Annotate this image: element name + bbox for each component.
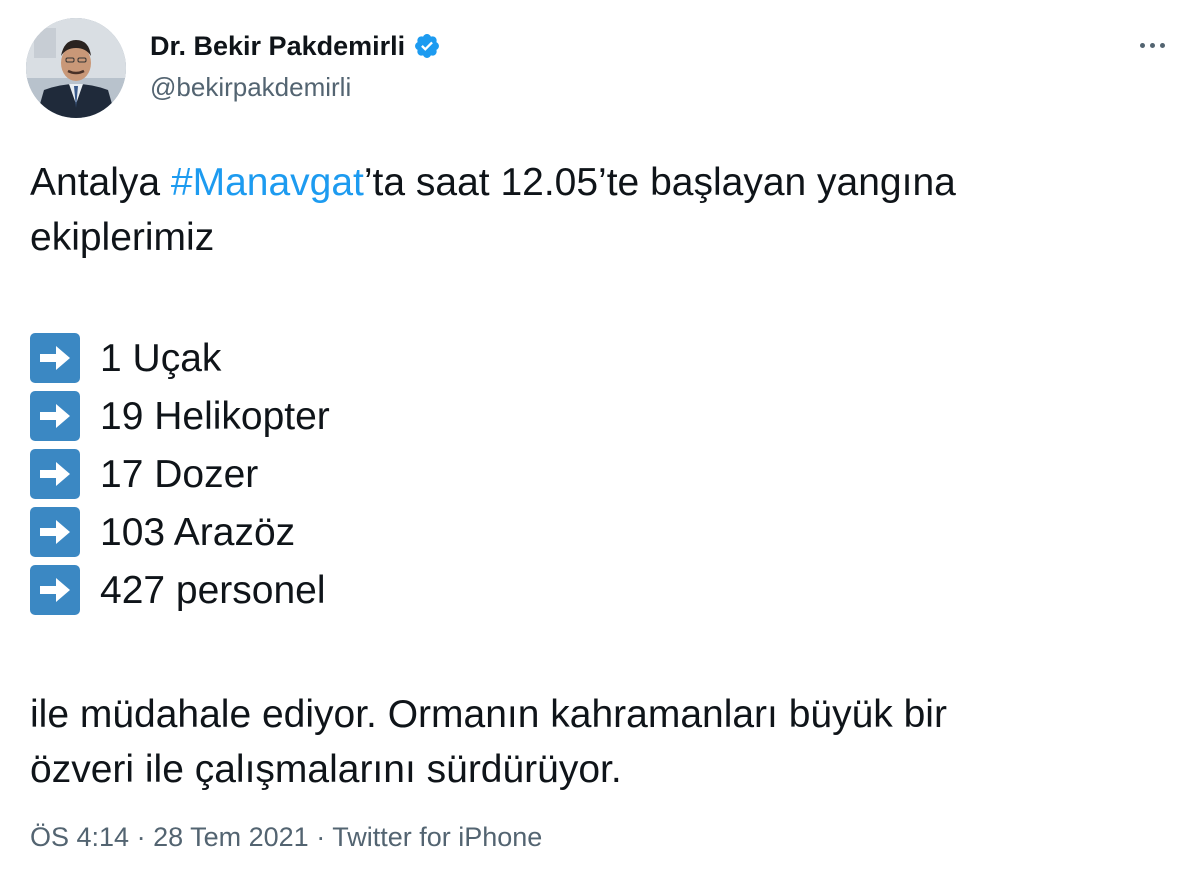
list-item: 427 personel bbox=[30, 561, 1170, 619]
avatar[interactable] bbox=[26, 18, 126, 118]
resource-list: 1 Uçak 19 Helikopter 17 Dozer 103 Arazöz bbox=[30, 329, 1170, 619]
list-item-text: 19 Helikopter bbox=[100, 394, 330, 438]
tweet-source-link[interactable]: Twitter for iPhone bbox=[332, 822, 542, 852]
right-arrow-emoji-icon bbox=[30, 449, 80, 499]
list-item: 17 Dozer bbox=[30, 445, 1170, 503]
intro-suffix: ’ta saat 12.05’te başlayan yangına bbox=[363, 161, 956, 204]
tweet-intro-line: Antalya #Manavgat’ta saat 12.05’te başla… bbox=[30, 155, 1170, 210]
tweet-closing: ile müdahale ediyor. Ormanın kahramanlar… bbox=[30, 687, 1170, 797]
tweet-date[interactable]: 28 Tem 2021 bbox=[153, 822, 309, 852]
name-row: Dr. Bekir Pakdemirli bbox=[150, 28, 441, 64]
meta-separator: · bbox=[129, 822, 154, 852]
list-item: 103 Arazöz bbox=[30, 503, 1170, 561]
right-arrow-emoji-icon bbox=[30, 565, 80, 615]
author-handle[interactable]: @bekirpakdemirli bbox=[150, 72, 441, 103]
list-item-text: 103 Arazöz bbox=[100, 510, 296, 554]
right-arrow-emoji-icon bbox=[30, 333, 80, 383]
right-arrow-emoji-icon bbox=[30, 507, 80, 557]
list-item-text: 17 Dozer bbox=[100, 452, 259, 496]
more-options-icon[interactable] bbox=[1128, 30, 1176, 60]
list-item: 1 Uçak bbox=[30, 329, 1170, 387]
hashtag-link[interactable]: #Manavgat bbox=[171, 161, 364, 204]
right-arrow-emoji-icon bbox=[30, 391, 80, 441]
list-item: 19 Helikopter bbox=[30, 387, 1170, 445]
intro-prefix: Antalya bbox=[30, 161, 171, 204]
closing-line-2: özveri ile çalışmalarını sürdürüyor. bbox=[30, 748, 622, 791]
tweet-card: Dr. Bekir Pakdemirli @bekirpakdemirli An… bbox=[0, 0, 1200, 870]
tweet-time[interactable]: ÖS 4:14 bbox=[30, 822, 129, 852]
dot bbox=[1139, 42, 1145, 48]
dot bbox=[1149, 42, 1155, 48]
tweet-intro-line-2: ekiplerimiz bbox=[30, 216, 215, 259]
tweet-body: Antalya #Manavgat’ta saat 12.05’te başla… bbox=[30, 155, 1170, 797]
tweet-metadata: ÖS 4:14 · 28 Tem 2021 · Twitter for iPho… bbox=[30, 822, 542, 853]
author-info: Dr. Bekir Pakdemirli @bekirpakdemirli bbox=[150, 28, 441, 103]
list-item-text: 1 Uçak bbox=[100, 336, 222, 380]
dot bbox=[1159, 42, 1165, 48]
meta-separator: · bbox=[308, 822, 333, 852]
author-display-name[interactable]: Dr. Bekir Pakdemirli bbox=[150, 31, 405, 62]
list-item-text: 427 personel bbox=[100, 568, 326, 612]
verified-badge-icon bbox=[415, 34, 440, 58]
closing-line-1: ile müdahale ediyor. Ormanın kahramanlar… bbox=[30, 693, 947, 736]
